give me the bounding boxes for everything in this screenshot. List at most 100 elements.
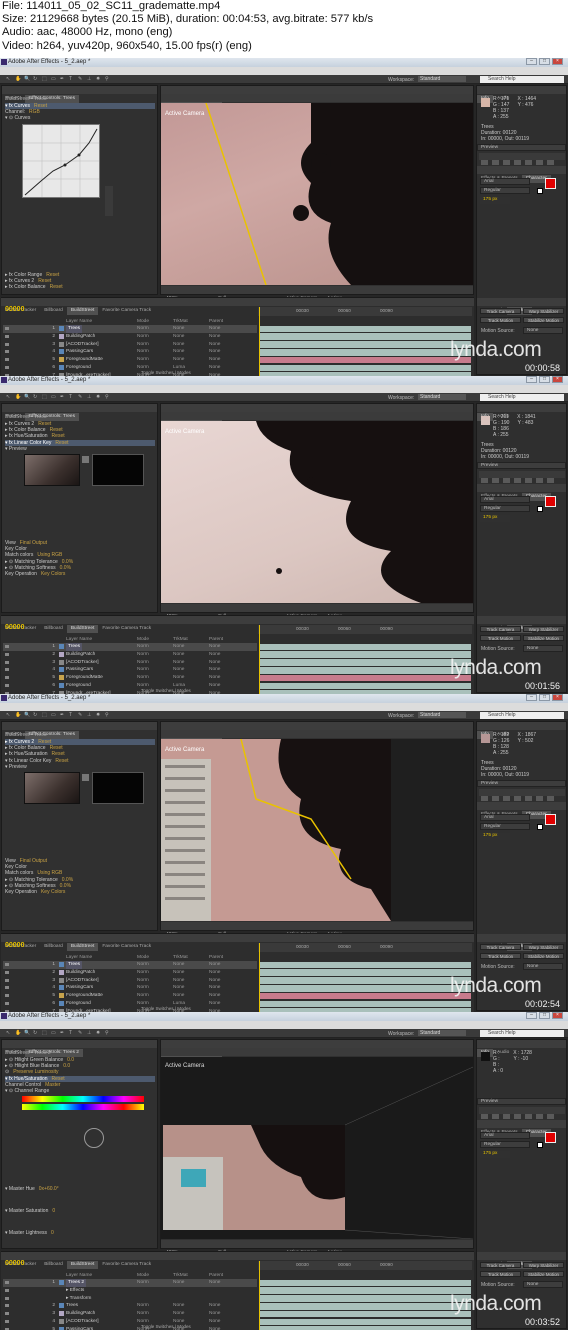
tool-icon[interactable]: ✒: [60, 394, 65, 400]
fill-color-swatch[interactable]: [545, 178, 556, 189]
layer-duration-bar[interactable]: [259, 659, 471, 666]
effect-row[interactable]: ▸ fx Hue/Saturation Reset: [5, 433, 65, 439]
tracker-button[interactable]: Track Camera: [480, 944, 521, 950]
layer-trkmat[interactable]: None: [173, 1279, 184, 1287]
layer-trkmat[interactable]: None: [173, 333, 184, 341]
layer-row[interactable]: 2 BuildingPatch Norm None None: [3, 333, 257, 341]
layer-name[interactable]: ▸ Transform: [66, 1295, 91, 1303]
layer-name[interactable]: ▸ Effects: [66, 1287, 84, 1295]
tool-icon[interactable]: ⬚: [42, 76, 47, 82]
effect-row[interactable]: ▸ fx Hue/Saturation Reset: [5, 751, 65, 757]
tracker-button[interactable]: Warp Stabilizer: [523, 1262, 564, 1268]
effect-value[interactable]: 0.0%: [60, 883, 71, 889]
layer-mode[interactable]: Norm: [137, 1302, 149, 1310]
tool-icon[interactable]: ↻: [33, 76, 38, 82]
composition-image[interactable]: Active Camera: [161, 1057, 473, 1239]
layer-name[interactable]: Trees: [66, 1302, 78, 1310]
tracker-button[interactable]: Stabilize Motion: [523, 635, 564, 641]
tool-icon[interactable]: ✸: [96, 76, 101, 82]
stroke-color-swatch[interactable]: [537, 506, 543, 512]
layer-mode[interactable]: Norm: [137, 651, 149, 659]
layer-label-color[interactable]: [59, 675, 64, 681]
visibility-eye-icon[interactable]: [5, 970, 9, 974]
close-button[interactable]: ×: [552, 1012, 563, 1019]
playhead-marker[interactable]: [259, 307, 260, 376]
layer-duration-bar[interactable]: [259, 969, 471, 977]
eyedropper-icon[interactable]: [82, 774, 89, 781]
motion-source-select[interactable]: None: [523, 963, 563, 970]
tool-icon[interactable]: ↻: [33, 1030, 38, 1036]
playback-button-icon[interactable]: [503, 160, 510, 165]
layer-trkmat[interactable]: None: [173, 341, 184, 349]
layer-parent[interactable]: None: [209, 682, 220, 690]
font-size-value[interactable]: 175 px: [480, 197, 510, 204]
playback-button-icon[interactable]: [525, 796, 532, 801]
layer-mode[interactable]: Norm: [137, 325, 149, 333]
visibility-eye-icon[interactable]: [5, 668, 9, 672]
layer-parent[interactable]: None: [209, 659, 220, 667]
motion-source-select[interactable]: None: [523, 645, 563, 652]
tool-icon[interactable]: 🔍: [24, 712, 30, 718]
layer-name[interactable]: Trees: [66, 961, 83, 969]
layer-trkmat[interactable]: None: [173, 961, 184, 969]
effect-row[interactable]: ▾ ⊙ Curves: [5, 115, 34, 121]
layer-row[interactable]: 5 ForegroundMatte Norm None None: [3, 356, 257, 364]
visibility-eye-icon[interactable]: [5, 1296, 9, 1300]
layer-parent[interactable]: None: [209, 356, 220, 364]
playback-button-icon[interactable]: [492, 1114, 499, 1119]
layer-row[interactable]: 3 BuildingPatch Norm None None: [3, 1310, 257, 1318]
effect-row[interactable]: ▸ fx Color Balance Reset: [5, 745, 63, 751]
layer-parent[interactable]: None: [209, 325, 220, 333]
layer-mode[interactable]: Norm: [137, 977, 149, 985]
layer-name[interactable]: Trees: [66, 325, 83, 333]
layer-parent[interactable]: None: [209, 1302, 220, 1310]
tracker-button[interactable]: Track Motion: [480, 317, 521, 323]
layer-name[interactable]: Foreground: [66, 682, 91, 690]
search-help-input[interactable]: Search Help: [480, 76, 564, 83]
effect-value[interactable]: Reset: [38, 739, 51, 745]
layer-row[interactable]: 6 Foreground Norm Luma None: [3, 1000, 257, 1008]
tool-icon[interactable]: ✋: [15, 1030, 21, 1036]
maximize-button[interactable]: □: [539, 1012, 550, 1019]
tracker-button[interactable]: Track Motion: [480, 1271, 521, 1277]
effect-value[interactable]: 0.0%: [60, 565, 71, 571]
layer-row[interactable]: ▸ Transform: [3, 1295, 257, 1303]
tracker-button[interactable]: Stabilize Motion: [523, 317, 564, 323]
layer-trkmat[interactable]: None: [173, 666, 184, 674]
effect-row[interactable]: ▸ fx Color Balance Reset: [5, 427, 63, 433]
tool-icon[interactable]: 🔍: [24, 76, 30, 82]
font-style-select[interactable]: Regular: [480, 823, 530, 830]
layer-name[interactable]: Trees: [66, 643, 83, 651]
visibility-eye-icon[interactable]: [5, 358, 9, 362]
visibility-eye-icon[interactable]: [5, 334, 9, 338]
tool-icon[interactable]: ↖: [6, 76, 11, 82]
effect-value[interactable]: Final Output: [20, 540, 47, 546]
layer-row[interactable]: 6 Foreground Norm Luma None: [3, 364, 257, 372]
effect-row[interactable]: ▸ ⊙ Hilight Blue Balance 0.0: [5, 1063, 70, 1069]
effect-row[interactable]: ▾ fx Hue/Saturation Reset: [5, 1075, 155, 1082]
tool-icon[interactable]: ⊥: [87, 76, 92, 82]
visibility-eye-icon[interactable]: [5, 1002, 9, 1005]
tool-icon[interactable]: ↻: [33, 712, 38, 718]
layer-label-color[interactable]: [59, 667, 64, 673]
layer-parent[interactable]: None: [209, 977, 220, 985]
layer-parent[interactable]: None: [209, 1326, 220, 1330]
layer-name[interactable]: PassingCars: [66, 984, 93, 992]
tool-icon[interactable]: T: [69, 76, 74, 82]
layer-parent[interactable]: None: [209, 969, 220, 977]
layer-duration-bar[interactable]: [259, 1326, 471, 1330]
tracker-button[interactable]: Track Camera: [480, 308, 521, 314]
layer-parent[interactable]: None: [209, 984, 220, 992]
tracker-button[interactable]: Stabilize Motion: [523, 1271, 564, 1277]
visibility-eye-icon[interactable]: [5, 676, 9, 680]
layer-name[interactable]: BuildingPatch: [66, 651, 95, 659]
layer-label-color[interactable]: [59, 985, 64, 991]
current-time-display[interactable]: 00000: [5, 942, 24, 949]
playback-button-icon[interactable]: [514, 1114, 521, 1119]
layer-name[interactable]: [ACODTracker]: [66, 659, 99, 667]
effect-value[interactable]: Reset: [50, 427, 63, 433]
effect-value[interactable]: Reset: [52, 433, 65, 439]
layer-trkmat[interactable]: None: [173, 984, 184, 992]
curves-graph[interactable]: [22, 124, 100, 198]
time-ruler[interactable]: 00030 00060 00090: [258, 625, 472, 634]
